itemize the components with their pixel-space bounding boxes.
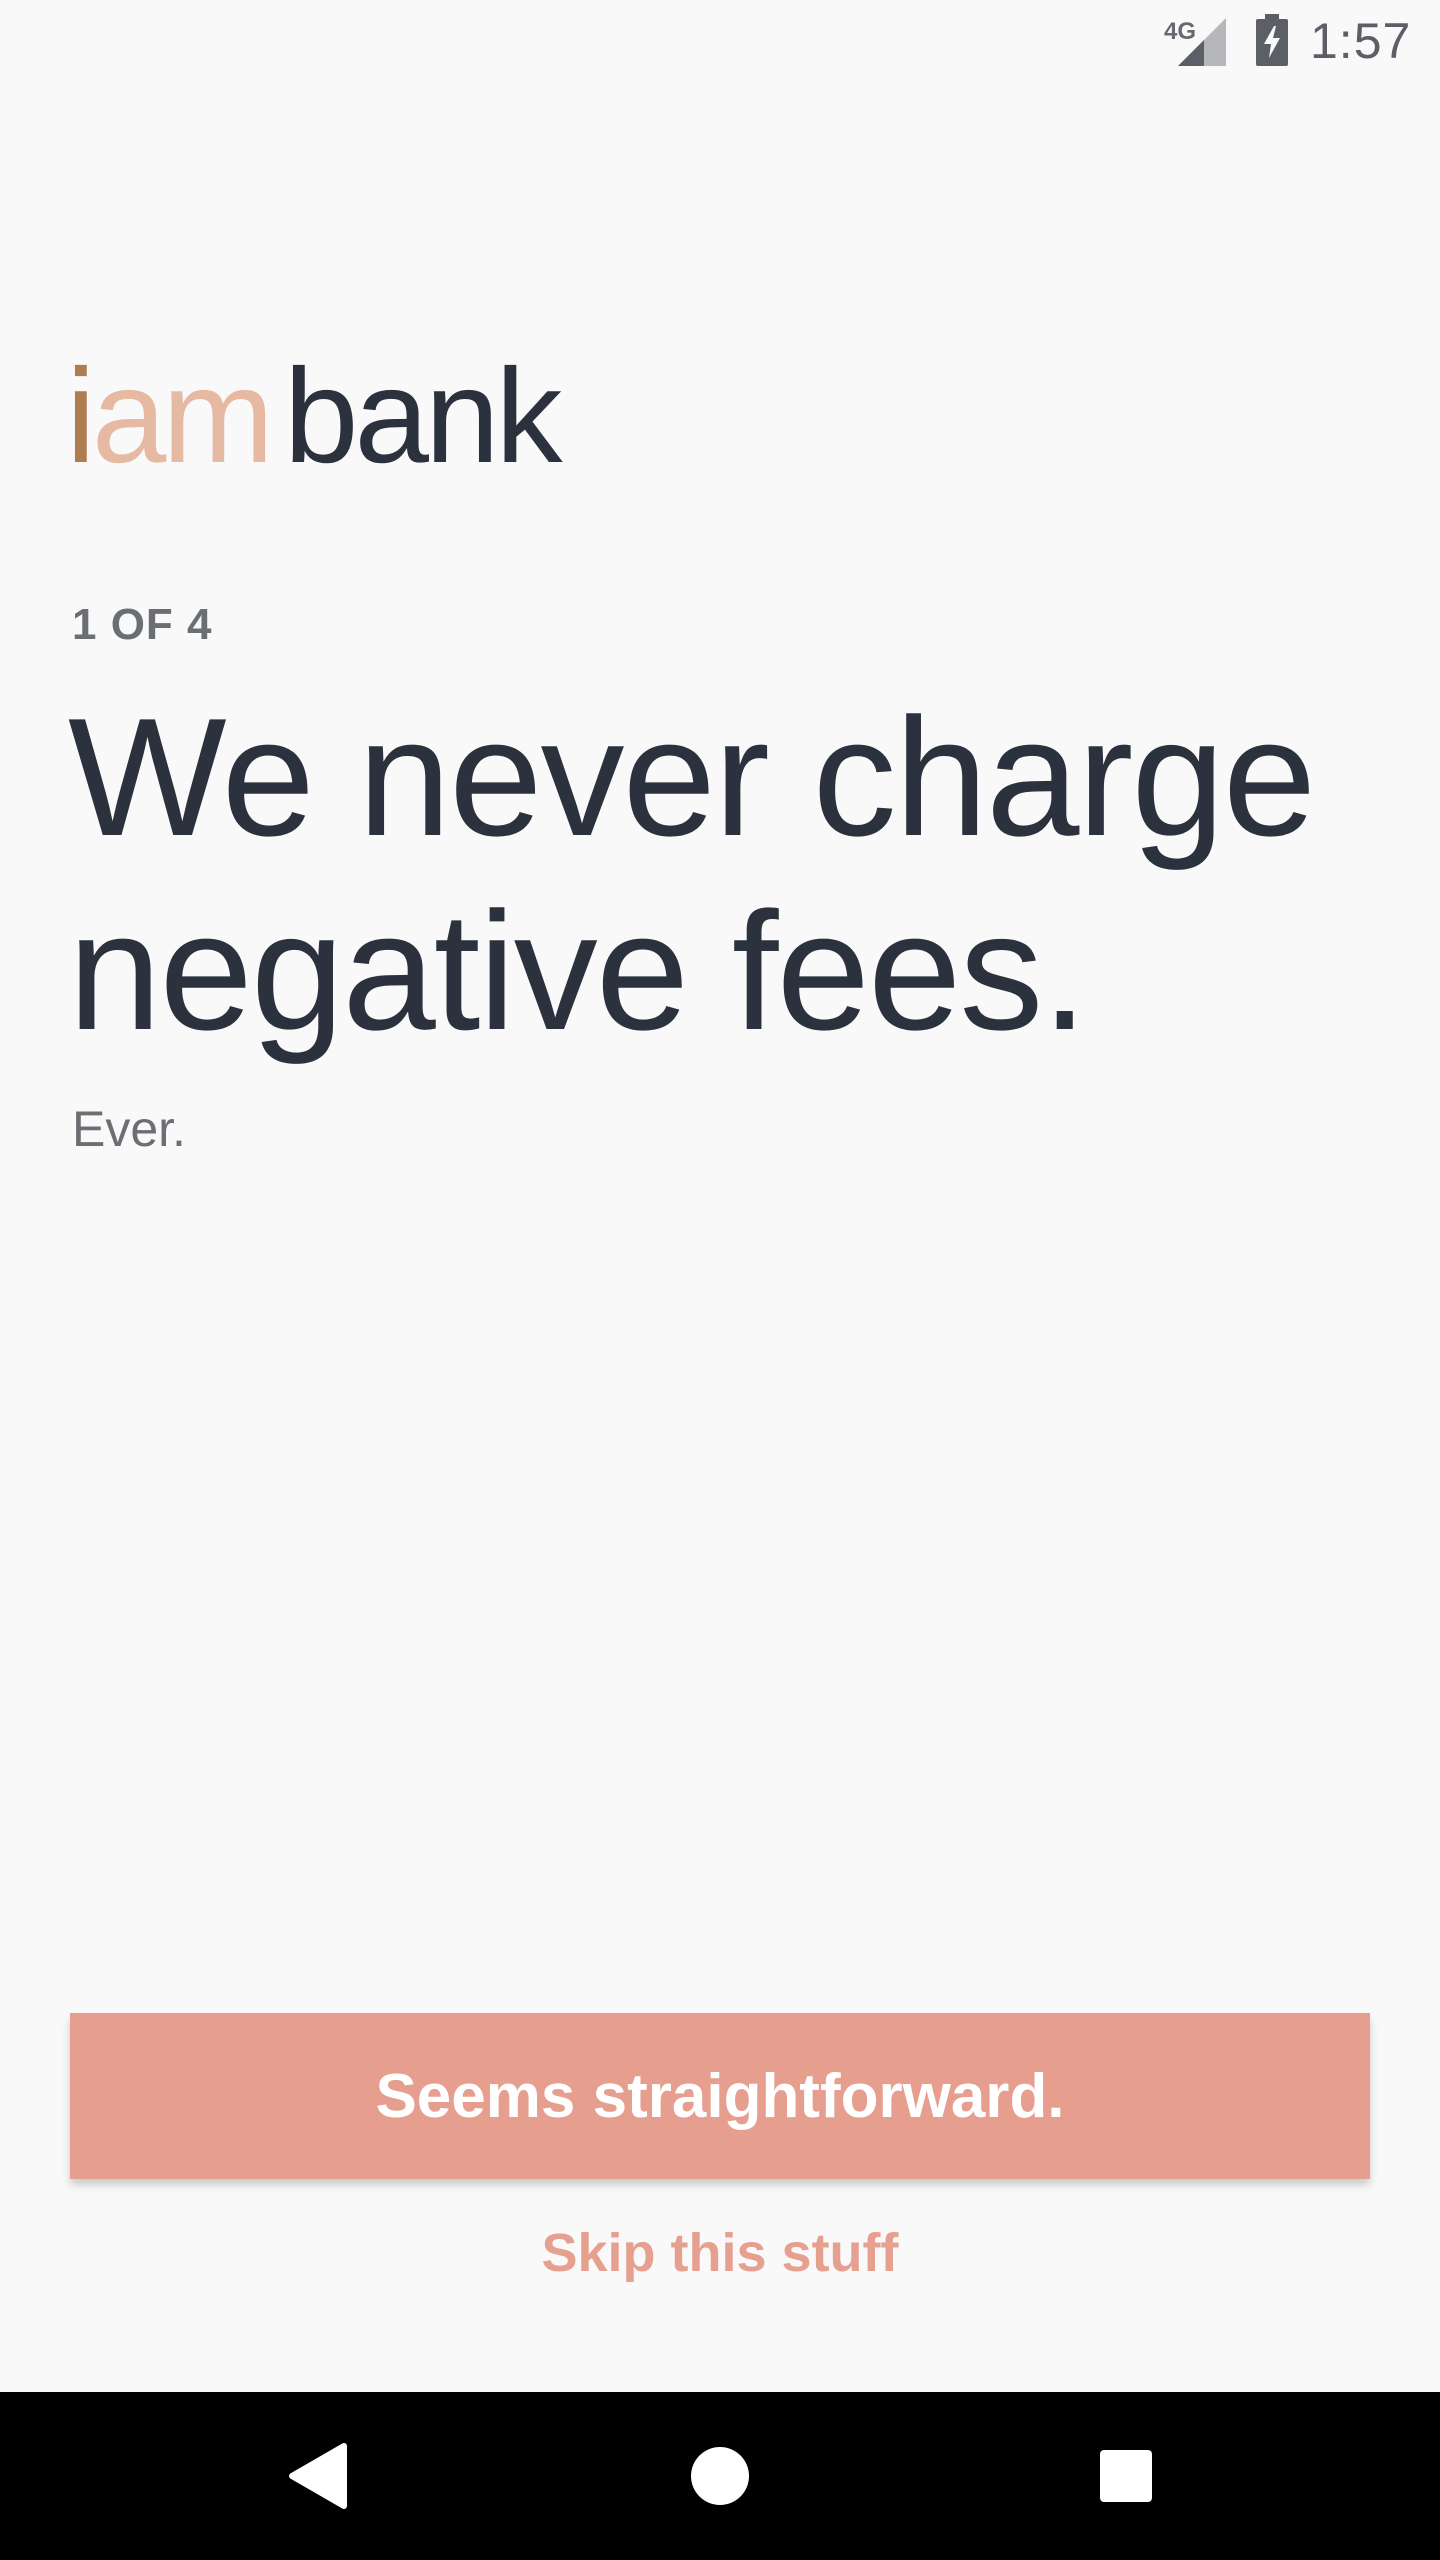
signal-icon [1178, 18, 1226, 66]
status-time: 1:57 [1310, 13, 1412, 69]
iambank-logo: iam bank [66, 350, 563, 484]
skip-link[interactable]: Skip this stuff [0, 2222, 1440, 2284]
onboarding-headline: We never charge negative fees. [68, 683, 1316, 1065]
system-navigation-bar [0, 2392, 1440, 2560]
logo-i: i [66, 342, 96, 491]
logo-bank: bank [283, 342, 563, 491]
continue-button[interactable]: Seems straightforward. [70, 2013, 1370, 2179]
logo-am: am [91, 342, 274, 491]
onboarding-subtext: Ever. [72, 1101, 186, 1157]
back-icon[interactable] [268, 2426, 368, 2526]
recents-icon[interactable] [1076, 2426, 1176, 2526]
home-icon[interactable] [670, 2426, 770, 2526]
status-bar: 4G 1:57 [0, 0, 1440, 84]
battery-charging-icon [1256, 14, 1288, 66]
step-indicator: 1 OF 4 [72, 600, 213, 649]
